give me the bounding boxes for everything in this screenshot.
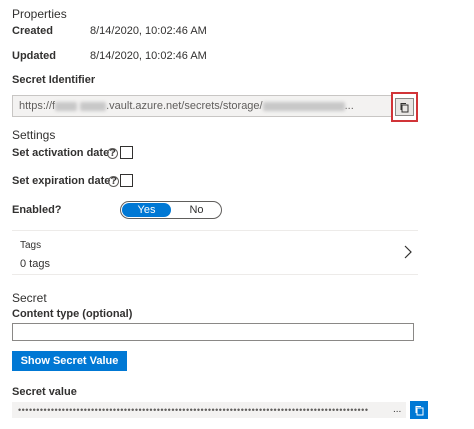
toggle-no-option[interactable]: No [172, 202, 221, 218]
expiration-date-label: Set expiration date? [12, 175, 118, 187]
secret-value-label: Secret value [12, 386, 77, 398]
toggle-yes-option[interactable]: Yes [122, 203, 171, 217]
enabled-toggle[interactable]: Yes No [120, 201, 222, 219]
redacted-segment [262, 101, 345, 111]
secret-heading: Secret [12, 291, 47, 305]
secret-value-suffix: ... [393, 404, 402, 415]
updated-label: Updated [12, 50, 56, 62]
content-type-input[interactable] [12, 323, 414, 341]
copy-identifier-highlight [391, 92, 418, 122]
enabled-label: Enabled? [12, 204, 62, 216]
secret-identifier-suffix: ... [344, 100, 354, 112]
updated-value: 8/14/2020, 10:02:46 AM [90, 50, 207, 62]
settings-heading: Settings [12, 128, 56, 142]
secret-identifier-middle: .vault.azure.net/secrets/storage/ [106, 100, 263, 112]
created-value: 8/14/2020, 10:02:46 AM [90, 25, 207, 37]
info-icon[interactable]: i [107, 148, 118, 159]
copy-identifier-button[interactable] [395, 98, 414, 116]
chevron-right-icon [404, 245, 412, 259]
activation-date-label: Set activation date? [12, 147, 116, 159]
created-label: Created [12, 25, 53, 37]
copy-icon [400, 102, 409, 112]
secret-identifier-prefix: https://f [19, 100, 56, 112]
secret-value-masked: ••••••••••••••••••••••••••••••••••••••••… [18, 405, 369, 415]
activation-date-checkbox[interactable] [120, 146, 133, 159]
secret-identifier-label: Secret Identifier [12, 74, 96, 86]
redacted-segment [80, 101, 107, 111]
copy-icon [415, 405, 423, 415]
show-secret-value-button[interactable]: Show Secret Value [12, 351, 127, 371]
content-type-label: Content type (optional) [12, 308, 133, 320]
redacted-segment [55, 101, 78, 111]
tags-heading: Tags [20, 240, 42, 251]
secret-identifier-field[interactable]: https://f .vault.azure.net/secrets/storag… [12, 95, 392, 117]
copy-secret-value-button[interactable] [410, 401, 428, 419]
info-icon[interactable]: i [108, 176, 119, 187]
tags-row[interactable]: Tags 0 tags [12, 230, 418, 275]
tags-count: 0 tags [20, 258, 50, 270]
secret-value-field[interactable]: ••••••••••••••••••••••••••••••••••••••••… [12, 402, 406, 418]
properties-heading: Properties [12, 7, 67, 21]
expiration-date-checkbox[interactable] [120, 174, 133, 187]
